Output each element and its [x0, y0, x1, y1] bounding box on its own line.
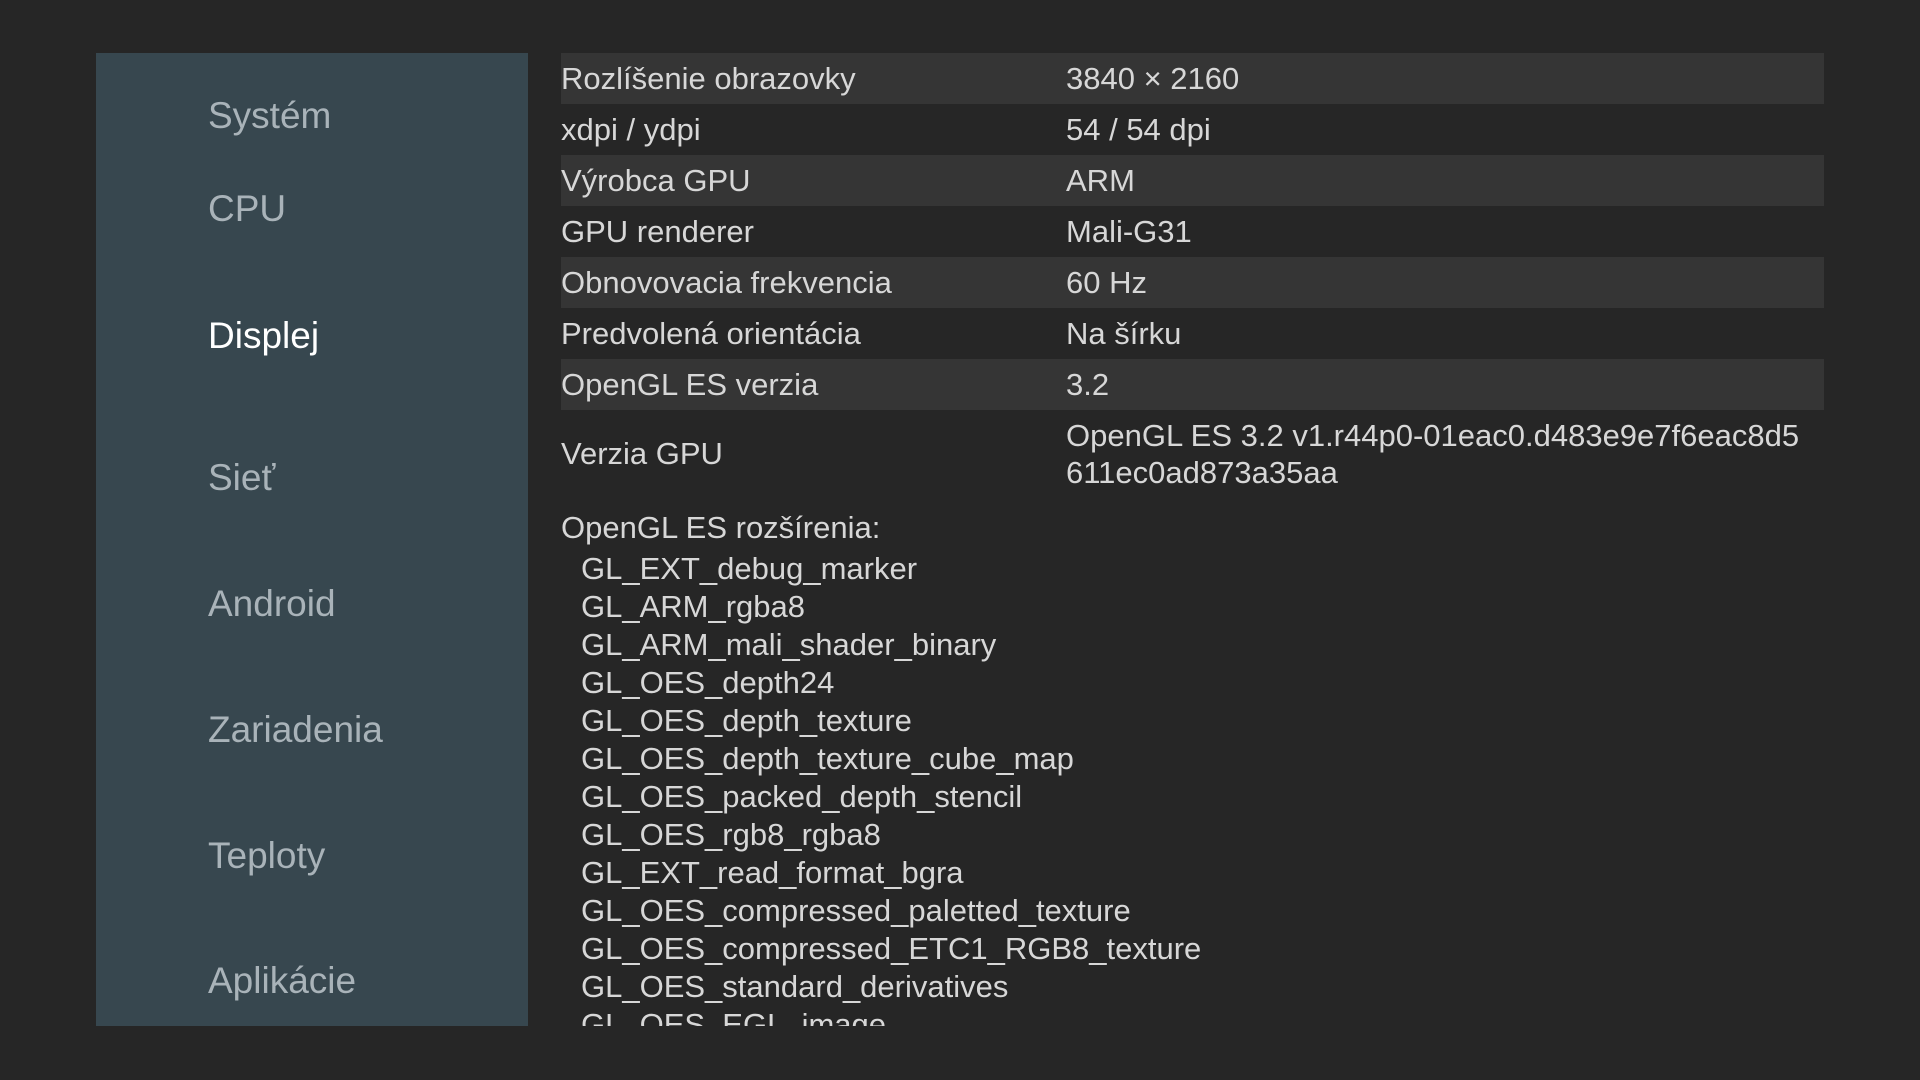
screen: Systém CPU Displej Sieť Android Zariaden… — [0, 0, 1920, 1080]
display-info-panel[interactable]: Rozlíšenie obrazovky 3840 × 2160 xdpi / … — [561, 53, 1824, 1026]
sidebar-item-apps[interactable]: Aplikácie — [208, 960, 356, 1002]
extension-item: GL_OES_packed_depth_stencil — [581, 779, 1023, 814]
info-row-dpi: xdpi / ydpi 54 / 54 dpi — [561, 104, 1824, 155]
info-label: Výrobca GPU — [561, 162, 751, 198]
info-label: Rozlíšenie obrazovky — [561, 60, 856, 96]
extension-item: GL_EXT_read_format_bgra — [581, 855, 964, 890]
sidebar-item-cpu[interactable]: CPU — [208, 188, 286, 230]
sidebar-item-system[interactable]: Systém — [208, 95, 331, 137]
extension-item: GL_ARM_mali_shader_binary — [581, 627, 997, 662]
extensions-list: GL_EXT_debug_marker GL_ARM_rgba8 GL_ARM_… — [561, 550, 1824, 1026]
info-label: Obnovovacia frekvencia — [561, 264, 892, 300]
extension-item: GL_EXT_debug_marker — [581, 551, 918, 586]
info-row-opengl-version: OpenGL ES verzia 3.2 — [561, 359, 1824, 410]
info-value: OpenGL ES 3.2 v1.r44p0-01eac0.d483e9e7f6… — [1066, 418, 1800, 490]
sidebar-item-display[interactable]: Displej — [208, 315, 319, 357]
extension-item: GL_OES_standard_derivatives — [581, 969, 1009, 1004]
sidebar-item-network[interactable]: Sieť — [208, 457, 275, 499]
info-value: Na šírku — [1066, 315, 1182, 351]
info-label: Predvolená orientácia — [561, 315, 861, 351]
extension-item: GL_ARM_rgba8 — [581, 589, 806, 624]
info-label: Verzia GPU — [561, 436, 723, 471]
extensions-title: OpenGL ES rozšírenia: — [561, 510, 881, 545]
sidebar-item-temperatures[interactable]: Teploty — [208, 835, 325, 877]
info-row-gpu-renderer: GPU renderer Mali-G31 — [561, 206, 1824, 257]
info-label: GPU renderer — [561, 213, 754, 249]
info-value: 54 / 54 dpi — [1066, 111, 1211, 147]
extension-item: GL_OES_compressed_ETC1_RGB8_texture — [581, 931, 1202, 966]
info-value: 60 Hz — [1066, 264, 1147, 300]
extension-item: GL_OES_depth24 — [581, 665, 835, 700]
extension-item: GL_OES_rgb8_rgba8 — [581, 817, 881, 852]
info-row-gpu-version: Verzia GPU OpenGL ES 3.2 v1.r44p0-01eac0… — [561, 410, 1824, 498]
extension-item: GL_OES_depth_texture — [581, 703, 912, 738]
info-row-gpu-vendor: Výrobca GPU ARM — [561, 155, 1824, 206]
extension-item: GL_OES_depth_texture_cube_map — [581, 741, 1074, 776]
info-label: xdpi / ydpi — [561, 111, 701, 147]
info-label: OpenGL ES verzia — [561, 366, 819, 402]
info-row-resolution: Rozlíšenie obrazovky 3840 × 2160 — [561, 53, 1824, 104]
info-row-orientation: Predvolená orientácia Na šírku — [561, 308, 1824, 359]
info-value: Mali-G31 — [1066, 213, 1192, 249]
sidebar-item-android[interactable]: Android — [208, 583, 336, 625]
extension-item: GL_OES_EGL_image — [581, 1007, 887, 1026]
info-value: 3.2 — [1066, 366, 1110, 402]
sidebar: Systém CPU Displej Sieť Android Zariaden… — [96, 53, 528, 1026]
sidebar-item-devices[interactable]: Zariadenia — [208, 709, 383, 751]
info-row-refresh-rate: Obnovovacia frekvencia 60 Hz — [561, 257, 1824, 308]
info-value: 3840 × 2160 — [1066, 60, 1240, 96]
extension-item: GL_OES_compressed_paletted_texture — [581, 893, 1131, 928]
info-value: ARM — [1066, 162, 1135, 198]
